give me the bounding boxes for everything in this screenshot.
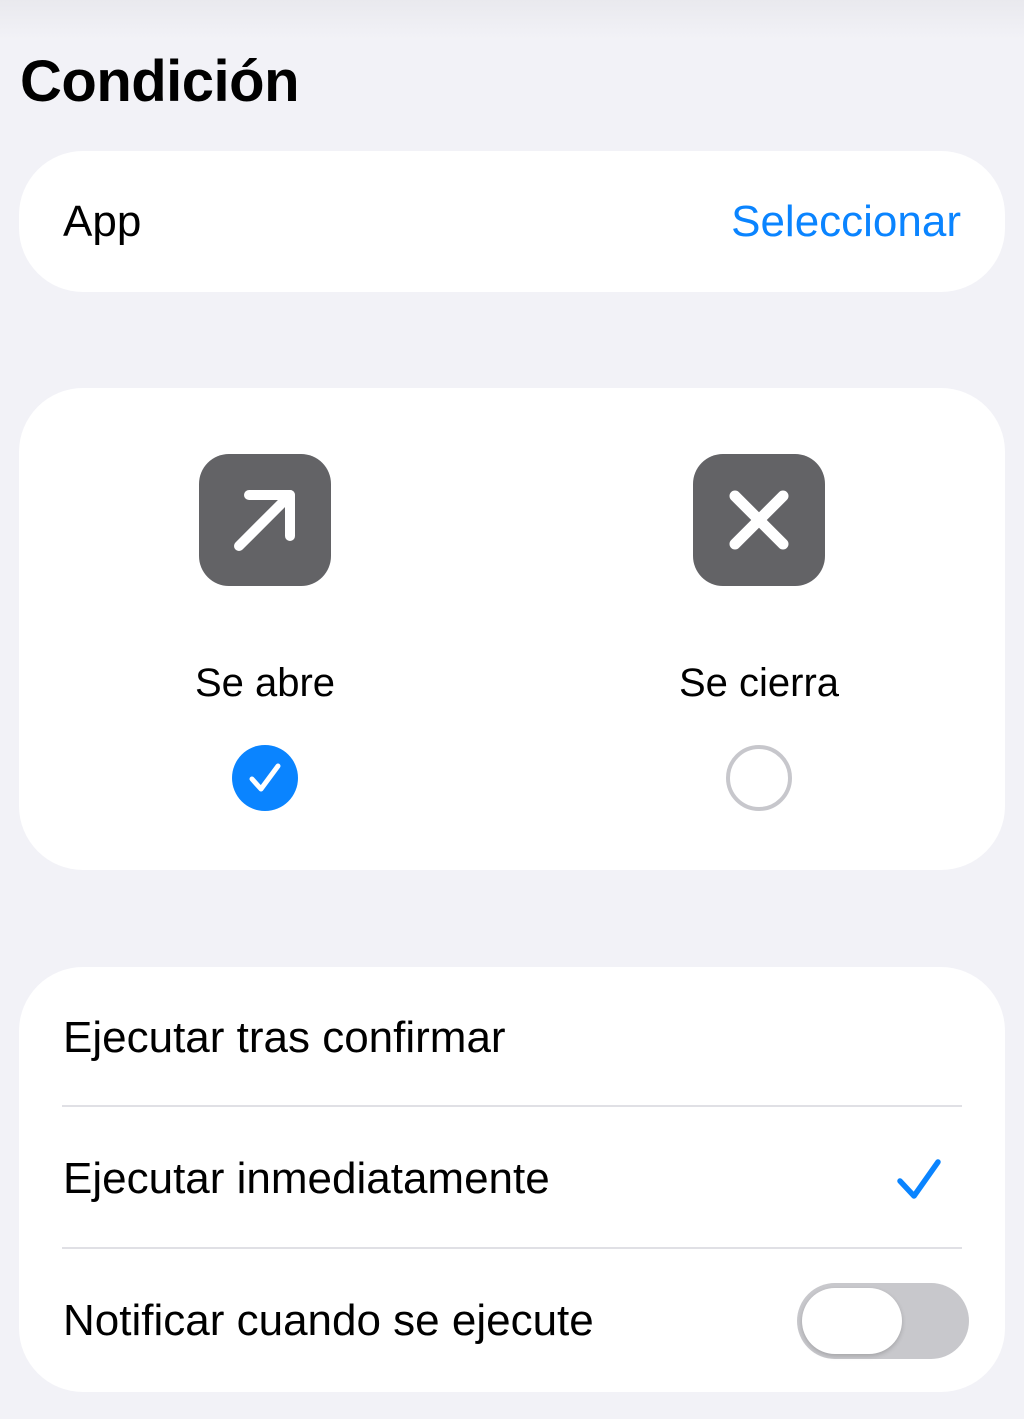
- execute-immediately-row[interactable]: Ejecutar inmediatamente: [19, 1108, 1005, 1249]
- divider: [62, 1247, 962, 1249]
- xmark-icon: [693, 454, 825, 586]
- option-opens[interactable]: Se abre: [115, 388, 415, 870]
- app-row-label: App: [63, 197, 142, 246]
- condition-options-card: Se abre Se cierra: [19, 388, 1005, 870]
- top-fade: [0, 0, 1024, 40]
- notify-toggle[interactable]: [797, 1283, 969, 1359]
- execute-after-confirm-row[interactable]: Ejecutar tras confirmar: [19, 967, 1005, 1108]
- arrow-up-right-icon: [199, 454, 331, 586]
- app-select-row[interactable]: App Seleccionar: [19, 151, 1005, 292]
- checkmark-icon: [894, 1154, 944, 1209]
- notify-label: Notificar cuando se ejecute: [63, 1296, 594, 1345]
- option-opens-label: Se abre: [194, 661, 336, 705]
- option-closes-radio[interactable]: [726, 745, 792, 811]
- option-opens-radio[interactable]: [232, 745, 298, 811]
- divider: [62, 1105, 962, 1107]
- page-title: Condición: [20, 49, 300, 114]
- execution-settings-card: Ejecutar tras confirmar Ejecutar inmedia…: [19, 967, 1005, 1392]
- execute-after-confirm-label: Ejecutar tras confirmar: [63, 1013, 506, 1062]
- toggle-knob: [802, 1288, 902, 1354]
- notify-row: Notificar cuando se ejecute: [19, 1250, 1005, 1391]
- option-closes[interactable]: Se cierra: [609, 388, 909, 870]
- option-closes-label: Se cierra: [678, 661, 840, 705]
- execute-immediately-label: Ejecutar inmediatamente: [63, 1154, 550, 1203]
- select-app-button[interactable]: Seleccionar: [731, 151, 961, 292]
